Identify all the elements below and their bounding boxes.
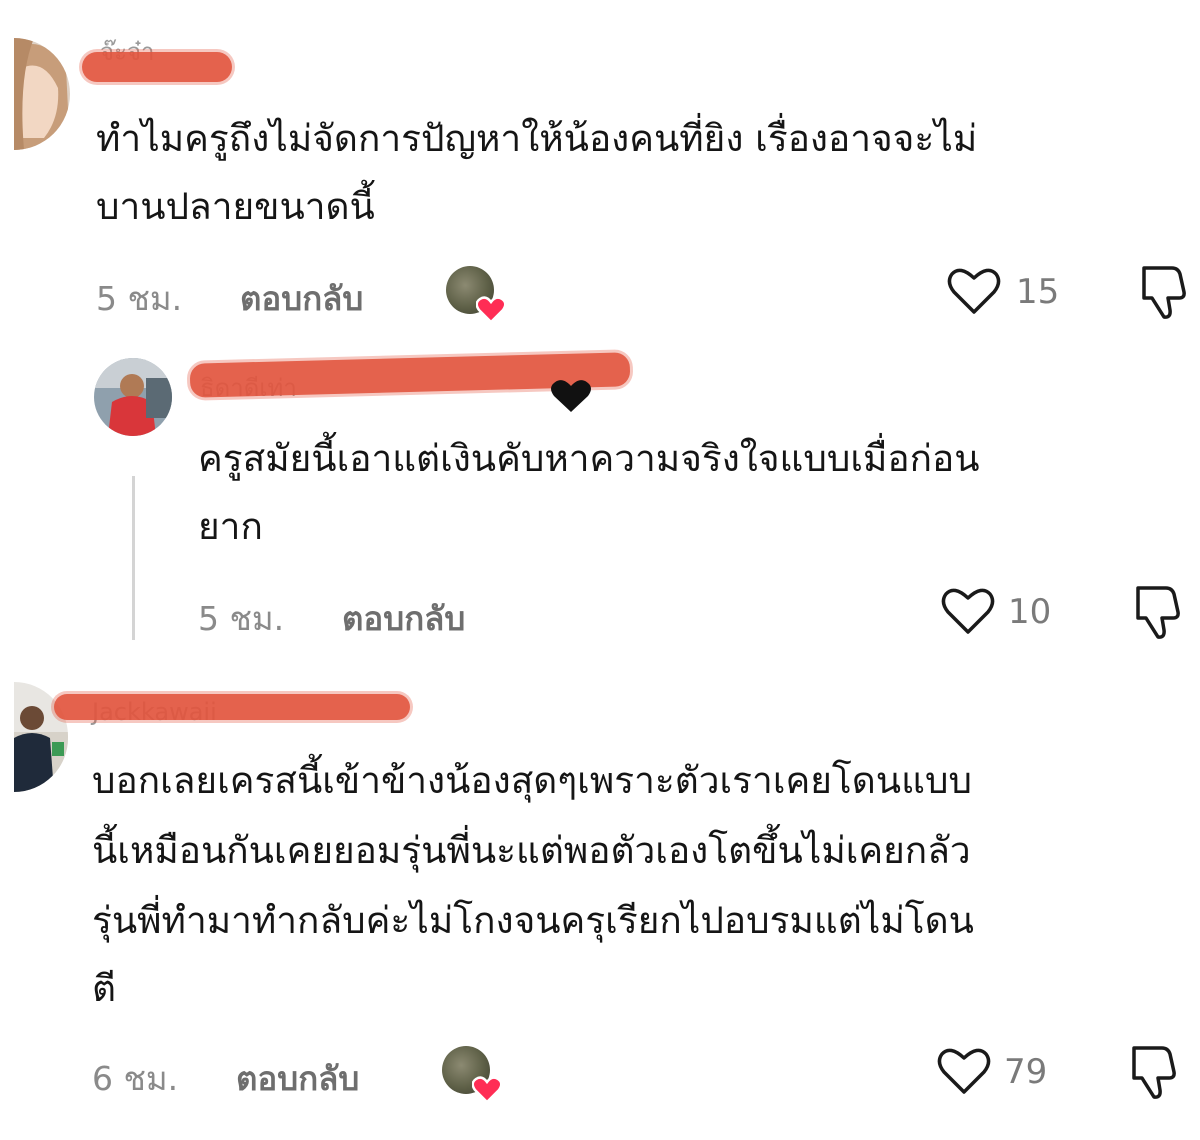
comment-timestamp: 5 ชม.	[96, 279, 183, 318]
like-count: 79	[1004, 1052, 1048, 1092]
thumbs-down-outline-icon[interactable]	[1130, 1042, 1186, 1102]
heart-outline-icon[interactable]	[940, 586, 996, 636]
comment-text-line: นี้เหมือนกันเคยยอมรุ่นพี่นะแต่พอตัวเองโต…	[92, 829, 971, 872]
comment-text-line: ตี	[92, 967, 117, 1010]
heart-outline-icon[interactable]	[946, 266, 1002, 316]
reply-button[interactable]: ตอบกลับ	[342, 592, 465, 645]
comment-text-line: ครูสมัยนี้เอาแต่เงินคับหาความจริงใจแบบเม…	[198, 437, 980, 480]
creator-like-badge	[442, 1046, 502, 1104]
heart-outline-icon[interactable]	[936, 1046, 992, 1096]
heart-badge-icon	[472, 1076, 502, 1104]
thread-line	[132, 476, 135, 640]
reply-button[interactable]: ตอบกลับ	[236, 1052, 359, 1105]
username-redaction	[54, 694, 410, 720]
like-count: 10	[1008, 592, 1052, 632]
like-count: 15	[1016, 272, 1060, 312]
comment-text-line: ทำไมครูถึงไม่จัดการปัญหาให้น้องคนที่ยิง …	[96, 117, 978, 160]
creator-like-badge	[446, 266, 506, 324]
reply-button[interactable]: ตอบกลับ	[240, 272, 363, 325]
comment-text-line: บอกเลยเครสนี้เข้าข้างน้องสุดๆเพราะตัวเรา…	[92, 759, 972, 802]
thumbs-down-outline-icon[interactable]	[1134, 582, 1190, 642]
black-heart-icon	[551, 380, 591, 412]
comment-timestamp: 5 ชม.	[198, 599, 285, 638]
avatar[interactable]	[14, 38, 70, 150]
username-redaction	[82, 52, 232, 82]
comment-text-line: ยาก	[198, 505, 263, 548]
avatar[interactable]	[94, 358, 172, 436]
heart-badge-icon	[476, 296, 506, 324]
comment-text-line: รุ่นพี่ทำมาทำกลับค่ะไม่โกงจนครุเรียกไปอบ…	[92, 899, 974, 942]
comment-text-line: บานปลายขนาดนี้	[96, 185, 375, 228]
comment-timestamp: 6 ชม.	[92, 1059, 179, 1098]
thumbs-down-outline-icon[interactable]	[1140, 262, 1196, 322]
